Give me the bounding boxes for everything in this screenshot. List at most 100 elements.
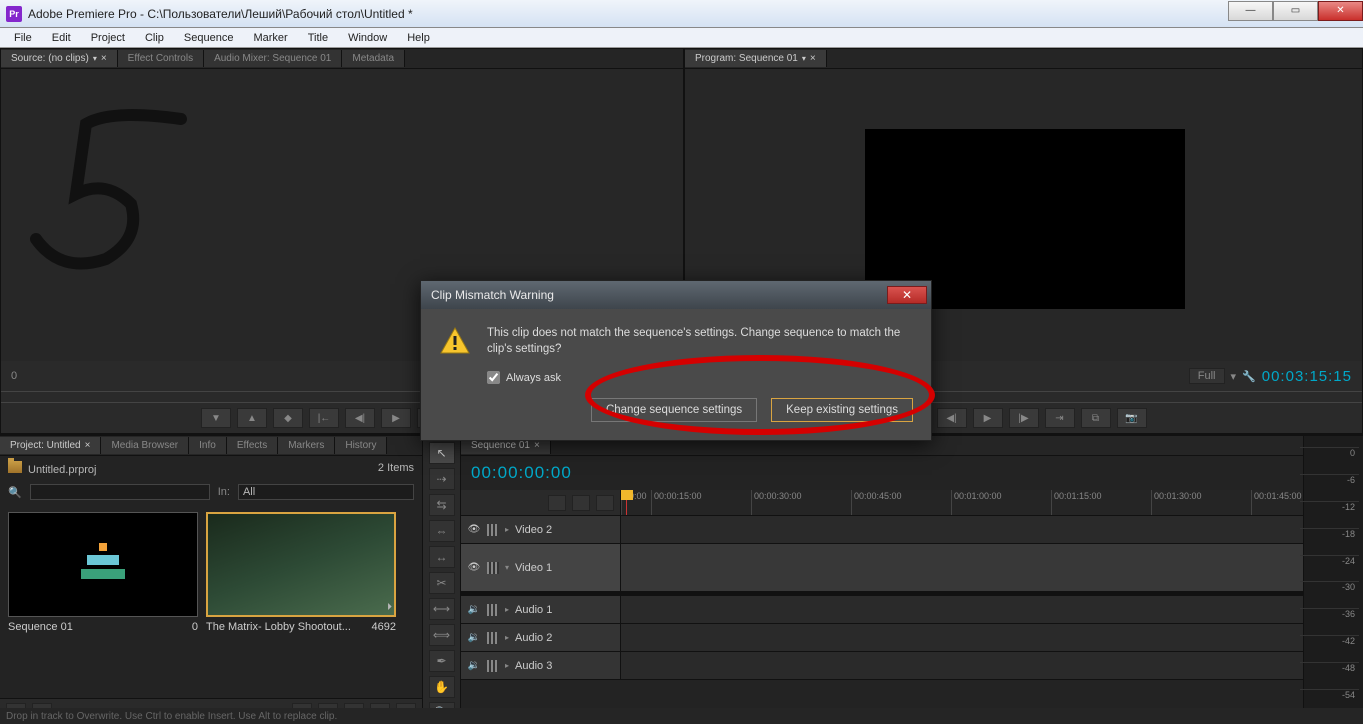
snap-button[interactable] [548,495,566,511]
tab-source[interactable]: Source: (no clips)▾× [1,50,118,67]
menu-clip[interactable]: Clip [135,30,174,46]
eye-icon[interactable] [467,561,481,575]
tab-metadata[interactable]: Metadata [342,50,405,67]
track-header[interactable]: ▾Video 1 [461,544,621,591]
change-sequence-settings-button[interactable]: Change sequence settings [591,398,757,422]
prog-extract-button[interactable]: ⧉ [1081,408,1111,428]
speaker-icon[interactable] [467,659,481,673]
pen-tool[interactable]: ✒ [429,650,455,672]
tab-media-browser[interactable]: Media Browser [101,437,189,454]
menu-help[interactable]: Help [397,30,440,46]
tab-menu-icon[interactable]: ▾ [93,54,97,63]
close-button[interactable]: ✕ [1318,1,1363,21]
rolling-tool[interactable]: ⇔ [429,520,455,542]
track-video1: ▾Video 1 [461,544,1303,592]
tab-effects[interactable]: Effects [227,437,278,454]
dialog-close-button[interactable]: ✕ [887,286,927,304]
menu-title[interactable]: Title [298,30,338,46]
prog-play-button[interactable]: ▶ [973,408,1003,428]
filmstrip-icon[interactable] [487,562,499,574]
selection-tool[interactable]: ↖ [429,442,455,464]
track-header[interactable]: ▸Audio 1 [461,596,621,623]
track-select-tool[interactable]: ⇢ [429,468,455,490]
slip-tool[interactable]: ⟷ [429,598,455,620]
tab-markers[interactable]: Markers [278,437,335,454]
always-ask-checkbox[interactable]: Always ask [439,371,913,384]
prog-lift-button[interactable]: ⇥ [1045,408,1075,428]
tab-effect-controls[interactable]: Effect Controls [118,50,204,67]
mark-clip-button[interactable]: ◆ [273,408,303,428]
meter-tick: -54 [1300,689,1359,700]
project-search-input[interactable] [30,484,210,500]
filmstrip-icon[interactable] [487,524,499,536]
playhead-icon[interactable] [621,490,633,500]
sequence-icon [73,535,133,595]
minimize-button[interactable]: — [1228,1,1273,21]
hand-tool[interactable]: ✋ [429,676,455,698]
menu-marker[interactable]: Marker [243,30,297,46]
menu-file[interactable]: File [4,30,42,46]
tab-menu-icon[interactable]: ▾ [802,54,806,63]
dialog-titlebar[interactable]: Clip Mismatch Warning ✕ [421,281,931,309]
track-body[interactable] [621,516,1303,543]
menu-window[interactable]: Window [338,30,397,46]
track-body[interactable] [621,596,1303,623]
keep-existing-settings-button[interactable]: Keep existing settings [771,398,913,422]
filmstrip-icon[interactable] [487,632,499,644]
track-video2: ▸Video 2 [461,516,1303,544]
razor-tool[interactable]: ✂ [429,572,455,594]
tab-info[interactable]: Info [189,437,227,454]
track-body[interactable] [621,652,1303,679]
mark-out-button[interactable]: ▲ [237,408,267,428]
zoom-menu-icon[interactable]: ▾ [1231,370,1237,383]
filter-scope-dropdown[interactable]: All [238,484,414,500]
step-back-button[interactable]: ◀| [345,408,375,428]
go-in-button[interactable]: |← [309,408,339,428]
chevron-icon[interactable]: ▸ [505,633,509,642]
chevron-icon[interactable]: ▸ [505,661,509,670]
menu-sequence[interactable]: Sequence [174,30,244,46]
track-header[interactable]: ▸Video 2 [461,516,621,543]
zoom-dropdown[interactable]: Full [1189,368,1225,384]
play-button[interactable]: ▶ [381,408,411,428]
track-header[interactable]: ▸Audio 3 [461,652,621,679]
tab-close-icon[interactable]: × [534,440,540,451]
prog-step-fwd-button[interactable]: |▶ [1009,408,1039,428]
marker-button[interactable] [572,495,590,511]
tab-close-icon[interactable]: × [810,53,816,64]
settings-button[interactable] [596,495,614,511]
maximize-button[interactable]: ▭ [1273,1,1318,21]
filmstrip-icon[interactable] [487,604,499,616]
timeline-timecode[interactable]: 00:00:00:00 [471,463,572,483]
slide-tool[interactable]: ⟺ [429,624,455,646]
bin-item[interactable]: ⏵ The Matrix- Lobby Shootout...4692 [206,512,396,690]
speaker-icon[interactable] [467,603,481,617]
mark-in-button[interactable]: ▼ [201,408,231,428]
eye-icon[interactable] [467,523,481,537]
tab-close-icon[interactable]: × [85,440,91,451]
chevron-icon[interactable]: ▸ [505,605,509,614]
track-header[interactable]: ▸Audio 2 [461,624,621,651]
wrench-icon[interactable]: 🔧 [1242,370,1256,383]
track-body[interactable] [621,544,1303,591]
rate-stretch-tool[interactable]: ↔ [429,546,455,568]
filmstrip-icon[interactable] [487,660,499,672]
ripple-tool[interactable]: ⇆ [429,494,455,516]
tab-close-icon[interactable]: × [101,53,107,64]
chevron-icon[interactable]: ▸ [505,525,509,534]
tab-program[interactable]: Program: Sequence 01▾× [685,50,827,67]
menu-edit[interactable]: Edit [42,30,81,46]
bin-item[interactable]: Sequence 010 [8,512,198,690]
filter-in-label: In: [218,486,230,498]
chevron-icon[interactable]: ▾ [505,563,509,572]
checkbox-input[interactable] [487,371,500,384]
menu-project[interactable]: Project [81,30,135,46]
time-ruler[interactable]: 00:00 00:00:15:00 00:00:30:00 00:00:45:0… [621,490,1303,515]
prog-step-back-button[interactable]: ◀| [937,408,967,428]
track-body[interactable] [621,624,1303,651]
speaker-icon[interactable] [467,631,481,645]
tab-history[interactable]: History [335,437,387,454]
prog-export-frame-button[interactable]: 📷 [1117,408,1147,428]
tab-project[interactable]: Project: Untitled× [0,437,101,454]
tab-audio-mixer[interactable]: Audio Mixer: Sequence 01 [204,50,342,67]
